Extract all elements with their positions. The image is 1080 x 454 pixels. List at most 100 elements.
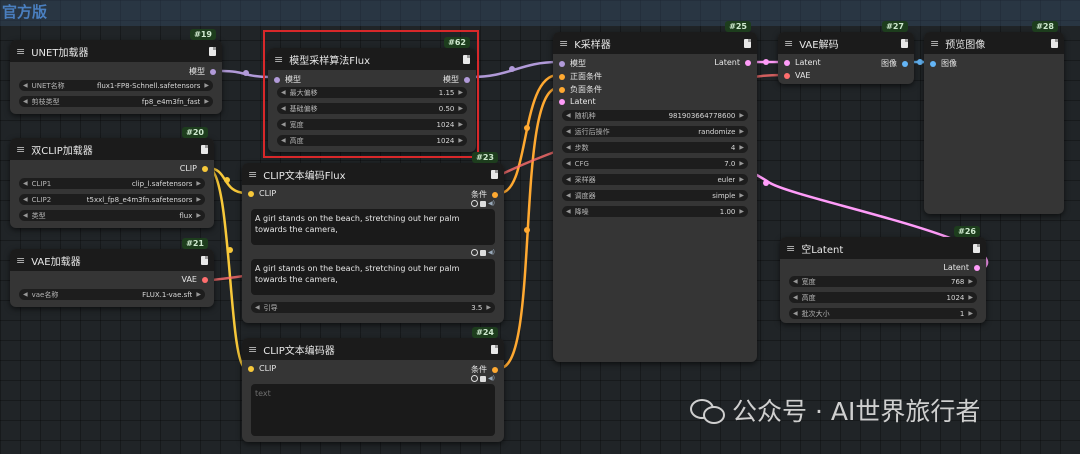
widget-vae-name[interactable]: ◀ vae名称 FLUX.1-vae.sft ▶ [19,289,205,300]
arrow-right-icon[interactable]: ▶ [968,278,973,285]
model-socket[interactable] [464,76,470,83]
model-socket[interactable] [210,68,216,75]
document-icon[interactable] [1051,38,1058,48]
output-latent[interactable]: Latent [943,263,980,272]
arrow-left-icon[interactable]: ◀ [566,208,571,215]
document-icon[interactable] [201,144,208,154]
arrow-left-icon[interactable]: ◀ [281,121,286,128]
widget-height[interactable]: ◀ 高度 1024 ▶ [277,135,467,146]
arrow-right-icon[interactable]: ▶ [968,310,973,317]
arrow-left-icon[interactable]: ◀ [255,304,260,311]
widget-denoise[interactable]: ◀ 降噪 1.00 ▶ [562,206,748,217]
output-conditioning[interactable]: 条件 [471,364,498,375]
document-icon[interactable] [973,243,980,253]
node-preview-image[interactable]: #28 ≡ 预览图像 图像 [924,21,1064,214]
arrow-right-icon[interactable]: ▶ [739,192,744,199]
arrow-left-icon[interactable]: ◀ [281,105,286,112]
arrow-right-icon[interactable]: ▶ [458,137,463,144]
output-clip[interactable]: CLIP [180,164,208,173]
widget-prune-type[interactable]: ◀ 剪枝类型 fp8_e4m3fn_fast ▶ [19,96,213,107]
conditioning-socket[interactable] [559,73,565,80]
clip-socket[interactable] [202,165,208,172]
prompt-textarea-negative[interactable]: text [251,384,495,436]
widget-latent-height[interactable]: ◀ 高度 1024 ▶ [789,292,977,303]
hamburger-icon[interactable]: ≡ [784,37,793,50]
widget-scheduler[interactable]: ◀ 调度器 simple ▶ [562,190,748,201]
arrow-right-icon[interactable]: ▶ [458,121,463,128]
widget-seed[interactable]: ◀ 随机种 981903664778600 ▶ [562,110,748,121]
document-icon[interactable] [209,46,216,56]
arrow-right-icon[interactable]: ▶ [204,98,209,105]
clip-socket[interactable] [248,365,254,372]
input-positive[interactable]: 正面条件 [559,71,602,82]
hamburger-icon[interactable]: ≡ [248,343,257,356]
arrow-right-icon[interactable]: ▶ [204,82,209,89]
widget-clip2[interactable]: ◀ CLIP2 t5xxl_fp8_e4m3fn.safetensors ▶ [19,194,205,205]
arrow-right-icon[interactable]: ▶ [739,128,744,135]
node-dual-clip-loader[interactable]: #20 ≡ 双CLIP加载器 CLIP ◀ CLIP1 clip_l.safetens… [10,127,214,228]
widget-clip-type[interactable]: ◀ 类型 flux ▶ [19,210,205,221]
node-clip-text-encoder[interactable]: #24 ≡ CLIP文本编码器 CLIP 条件 ◀) text [242,327,504,442]
vae-socket[interactable] [784,72,790,79]
circle-icon[interactable] [471,375,479,382]
output-model[interactable]: 模型 [443,74,470,85]
arrow-right-icon[interactable]: ▶ [968,294,973,301]
arrow-left-icon[interactable]: ◀ [793,294,798,301]
input-vae[interactable]: VAE [784,71,811,80]
widget-cfg[interactable]: ◀ CFG 7.0 ▶ [562,158,748,169]
model-socket[interactable] [274,76,280,83]
hamburger-icon[interactable]: ≡ [559,37,568,50]
arrow-left-icon[interactable]: ◀ [566,160,571,167]
arrow-left-icon[interactable]: ◀ [566,112,571,119]
widget-clip1[interactable]: ◀ CLIP1 clip_l.safetensors ▶ [19,178,205,189]
document-icon[interactable] [491,344,498,354]
arrow-left-icon[interactable]: ◀ [23,212,28,219]
checkbox-icon[interactable] [480,249,487,256]
widget-guidance[interactable]: ◀ 引导 3.5 ▶ [251,302,495,313]
arrow-right-icon[interactable]: ▶ [458,105,463,112]
arrow-left-icon[interactable]: ◀ [281,137,286,144]
latent-socket[interactable] [784,59,790,66]
input-model[interactable]: 模型 [559,58,586,69]
arrow-right-icon[interactable]: ▶ [739,160,744,167]
arrow-left-icon[interactable]: ◀ [566,176,571,183]
node-k-sampler[interactable]: #25 ≡ K采样器 模型 正面条件 负面条件 Latent Latent ◀ 随机… [553,21,757,362]
conditioning-socket[interactable] [559,86,565,93]
speaker-icon[interactable]: ◀) [488,200,495,207]
arrow-right-icon[interactable]: ▶ [196,196,201,203]
circle-icon[interactable] [471,200,479,207]
widget-width[interactable]: ◀ 宽度 1024 ▶ [277,119,467,130]
node-empty-latent[interactable]: #26 ≡ 空Latent Latent ◀ 宽度 768 ▶ ◀ 高度 1024 ▶ ◀ 批次… [780,226,986,323]
arrow-left-icon[interactable]: ◀ [793,278,798,285]
arrow-right-icon[interactable]: ▶ [458,89,463,96]
document-icon[interactable] [201,255,208,265]
speaker-icon[interactable]: ◀) [488,375,495,382]
arrow-right-icon[interactable]: ▶ [739,112,744,119]
input-latent[interactable]: Latent [559,97,596,106]
node-unet-loader[interactable]: #19 ≡ UNET加载器 模型 ◀ UNET名称 flux1-FP8-Schnell… [10,29,222,114]
document-icon[interactable] [901,38,908,48]
widget-latent-width[interactable]: ◀ 宽度 768 ▶ [789,276,977,287]
output-image[interactable]: 图像 [881,58,908,69]
output-model[interactable]: 模型 [189,66,216,77]
arrow-left-icon[interactable]: ◀ [566,192,571,199]
widget-sampler[interactable]: ◀ 采样器 euler ▶ [562,174,748,185]
prompt-textarea-t5xxl[interactable]: A girl stands on the beach, stretching o… [251,259,495,295]
group-band[interactable] [0,0,1080,26]
arrow-left-icon[interactable]: ◀ [23,98,28,105]
arrow-left-icon[interactable]: ◀ [23,180,28,187]
input-latent[interactable]: Latent [784,58,821,67]
image-socket[interactable] [902,60,908,67]
circle-icon[interactable] [471,249,479,256]
input-model[interactable]: 模型 [274,74,301,85]
hamburger-icon[interactable]: ≡ [930,37,939,50]
checkbox-icon[interactable] [480,200,487,207]
conditioning-socket[interactable] [492,366,498,373]
document-icon[interactable] [463,54,470,64]
model-socket[interactable] [559,60,565,67]
document-icon[interactable] [491,169,498,179]
node-model-sampling-flux[interactable]: #62 ≡ 模型采样算法Flux 模型 模型 ◀ 最大偏移 1.15 ▶ ◀ 基础偏移 0.… [268,37,476,152]
output-conditioning[interactable]: 条件 [471,189,498,200]
widget-max-shift[interactable]: ◀ 最大偏移 1.15 ▶ [277,87,467,98]
hamburger-icon[interactable]: ≡ [274,53,283,66]
